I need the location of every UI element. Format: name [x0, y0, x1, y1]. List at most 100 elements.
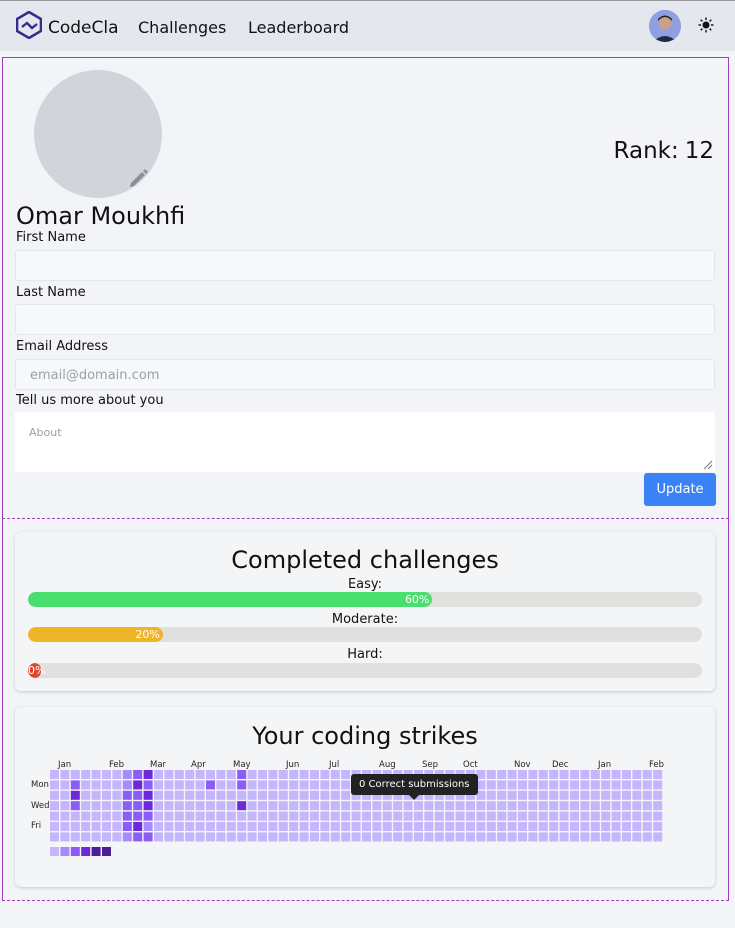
heatmap-cell[interactable] [341, 770, 351, 779]
heatmap-cell[interactable] [622, 832, 631, 842]
heatmap-cell[interactable] [330, 832, 340, 842]
heatmap-cell[interactable] [185, 822, 195, 831]
heatmap-cell[interactable] [143, 780, 153, 790]
heatmap-cell[interactable] [538, 822, 548, 831]
heatmap-cell[interactable] [133, 780, 143, 790]
heatmap-cell[interactable] [570, 790, 579, 800]
heatmap-cell[interactable] [362, 811, 371, 821]
heatmap-cell[interactable] [122, 801, 132, 811]
heatmap-cell[interactable] [642, 780, 652, 790]
heatmap-cell[interactable] [622, 770, 631, 779]
heatmap-cell[interactable] [195, 832, 205, 842]
heatmap-cell[interactable] [70, 811, 80, 821]
heatmap-cell[interactable] [122, 790, 132, 800]
heatmap-cell[interactable] [185, 780, 195, 790]
brand-name[interactable]: CodeCla [48, 18, 119, 38]
heatmap-cell[interactable] [133, 801, 143, 811]
heatmap-cell[interactable] [518, 780, 527, 790]
update-button[interactable]: Update [644, 473, 716, 506]
edit-pencil-icon[interactable] [127, 166, 149, 188]
heatmap-cell[interactable] [497, 811, 507, 821]
heatmap-cell[interactable] [403, 801, 413, 811]
heatmap-cell[interactable] [278, 770, 288, 779]
heatmap-cell[interactable] [528, 770, 538, 779]
heatmap-cell[interactable] [559, 770, 569, 779]
heatmap-cell[interactable] [60, 790, 70, 800]
heatmap-cell[interactable] [382, 832, 392, 842]
heatmap-cell[interactable] [497, 822, 507, 831]
heatmap-cell[interactable] [382, 811, 392, 821]
heatmap-cell[interactable] [362, 822, 371, 831]
user-avatar[interactable] [649, 10, 681, 42]
heatmap-cell[interactable] [195, 801, 205, 811]
heatmap-cell[interactable] [102, 811, 111, 821]
heatmap-cell[interactable] [81, 770, 91, 779]
heatmap-cell[interactable] [632, 822, 642, 831]
heatmap-cell[interactable] [507, 801, 517, 811]
heatmap-cell[interactable] [91, 780, 101, 790]
heatmap-cell[interactable] [590, 780, 600, 790]
first-name-input[interactable] [15, 250, 715, 281]
heatmap-cell[interactable] [133, 811, 143, 821]
heatmap-cell[interactable] [226, 811, 236, 821]
heatmap-cell[interactable] [518, 790, 527, 800]
heatmap-cell[interactable] [632, 832, 642, 842]
heatmap-cell[interactable] [122, 822, 132, 831]
heatmap-cell[interactable] [299, 780, 309, 790]
heatmap-cell[interactable] [330, 790, 340, 800]
heatmap-cell[interactable] [206, 770, 215, 779]
resize-grip-icon[interactable] [703, 460, 713, 470]
heatmap-cell[interactable] [351, 811, 361, 821]
heatmap-cell[interactable] [528, 832, 538, 842]
heatmap-cell[interactable] [247, 811, 257, 821]
heatmap-cell[interactable] [195, 811, 205, 821]
heatmap-cell[interactable] [403, 822, 413, 831]
heatmap-cell[interactable] [258, 790, 267, 800]
heatmap-cell[interactable] [549, 801, 559, 811]
heatmap-cell[interactable] [154, 780, 163, 790]
heatmap-cell[interactable] [559, 790, 569, 800]
heatmap-cell[interactable] [91, 801, 101, 811]
heatmap-cell[interactable] [112, 822, 122, 831]
heatmap-cell[interactable] [299, 822, 309, 831]
heatmap-cell[interactable] [653, 780, 663, 790]
heatmap-cell[interactable] [206, 832, 215, 842]
heatmap-cell[interactable] [424, 811, 434, 821]
heatmap-cell[interactable] [164, 790, 174, 800]
heatmap-cell[interactable] [247, 790, 257, 800]
heatmap-cell[interactable] [102, 780, 111, 790]
heatmap-cell[interactable] [310, 811, 319, 821]
heatmap-cell[interactable] [206, 780, 215, 790]
heatmap-cell[interactable] [622, 790, 631, 800]
heatmap-cell[interactable] [653, 822, 663, 831]
heatmap-cell[interactable] [622, 811, 631, 821]
heatmap-cell[interactable] [185, 832, 195, 842]
heatmap-cell[interactable] [122, 811, 132, 821]
heatmap-cell[interactable] [414, 832, 423, 842]
heatmap-cell[interactable] [414, 801, 423, 811]
heatmap-cell[interactable] [382, 801, 392, 811]
heatmap-cell[interactable] [102, 790, 111, 800]
heatmap-cell[interactable] [632, 770, 642, 779]
heatmap-cell[interactable] [216, 770, 226, 779]
heatmap-cell[interactable] [226, 790, 236, 800]
heatmap-cell[interactable] [81, 811, 91, 821]
heatmap-cell[interactable] [632, 780, 642, 790]
heatmap-cell[interactable] [382, 822, 392, 831]
heatmap-cell[interactable] [538, 770, 548, 779]
heatmap-cell[interactable] [445, 832, 455, 842]
heatmap-cell[interactable] [206, 790, 215, 800]
heatmap-cell[interactable] [476, 801, 486, 811]
nav-link-challenges[interactable]: Challenges [138, 18, 226, 37]
heatmap-cell[interactable] [174, 801, 184, 811]
heatmap-cell[interactable] [112, 780, 122, 790]
heatmap-cell[interactable] [414, 822, 423, 831]
heatmap-cell[interactable] [351, 801, 361, 811]
heatmap-cell[interactable] [70, 801, 80, 811]
heatmap-cell[interactable] [590, 832, 600, 842]
heatmap-cell[interactable] [528, 811, 538, 821]
heatmap-cell[interactable] [622, 780, 631, 790]
heatmap-cell[interactable] [112, 801, 122, 811]
heatmap-cell[interactable] [164, 822, 174, 831]
heatmap-cell[interactable] [466, 832, 475, 842]
